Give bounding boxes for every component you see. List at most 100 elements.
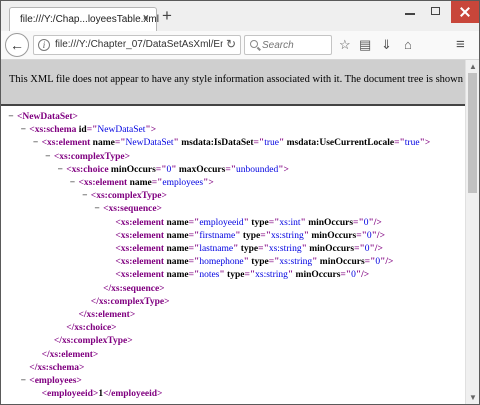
xml-attribute-value: xs:string — [268, 244, 302, 254]
xml-attribute-value: true — [264, 138, 279, 149]
scrollbar-thumb[interactable] — [468, 73, 477, 193]
xml-tag: " — [287, 270, 296, 281]
vertical-scrollbar[interactable]: ▲ ▼ — [465, 60, 479, 404]
xml-line: </xs:complexType> — [42, 335, 133, 348]
xml-tag: " — [219, 270, 228, 281]
url-text[interactable]: file:///Y:/Chapter_07/DataSetAsXml/Emplo… — [55, 39, 223, 50]
collapse-toggle[interactable]: − — [91, 203, 103, 216]
xml-line: − <xs:element name="NewDataSet" msdata:Is… — [30, 137, 431, 150]
xml-attribute-name: msdata:IsDataSet — [181, 138, 254, 149]
search-icon — [250, 40, 258, 48]
xml-tag: "> — [419, 138, 431, 149]
xml-attribute-name: name — [166, 257, 189, 268]
xml-attribute-value: employees — [162, 178, 204, 188]
close-tab-icon[interactable]: × — [143, 12, 149, 24]
xml-tag: =" — [356, 230, 367, 241]
xml-attribute-value: xs:string — [279, 257, 313, 268]
reload-icon[interactable]: ↻ — [226, 37, 236, 51]
search-box[interactable] — [244, 35, 332, 55]
download-icon[interactable]: ⇓ — [381, 36, 392, 54]
collapse-toggle[interactable]: − — [79, 190, 91, 203]
xml-attribute-name: msdata:UseCurrentLocale — [286, 138, 395, 149]
minimize-icon[interactable] — [397, 1, 423, 23]
xml-tag: =" — [394, 138, 405, 149]
xml-tag: </xs:sequence> — [103, 283, 165, 294]
xml-tag: =" — [188, 270, 200, 281]
xml-tag: </xs:complexType> — [53, 336, 133, 347]
xml-tag: =" — [244, 270, 256, 281]
xml-tag: "/> — [371, 230, 385, 241]
xml-attribute-value: employeeid — [199, 217, 244, 228]
xml-tag: <xs:schema — [29, 125, 79, 136]
collapse-toggle[interactable]: − — [17, 375, 29, 388]
collapse-toggle[interactable]: − — [17, 124, 29, 137]
reader-icon[interactable]: ▤ — [359, 36, 371, 54]
browser-window: file:///Y:/Chap...loyeesTable.xml × + ← … — [0, 0, 480, 405]
collapse-toggle[interactable]: − — [5, 111, 17, 124]
tab-title: file:///Y:/Chap...loyeesTable.xml — [20, 14, 159, 25]
xml-attribute-name: type — [240, 244, 259, 254]
address-bar[interactable]: i file:///Y:/Chapter_07/DataSetAsXml/Emp… — [33, 35, 241, 55]
scroll-up-arrow-icon[interactable]: ▲ — [469, 62, 477, 71]
info-icon[interactable]: i — [38, 39, 50, 51]
xml-tag: <xs:complexType> — [53, 151, 130, 162]
xml-line: − <xs:sequence> — [91, 203, 162, 216]
home-icon[interactable]: ⌂ — [404, 36, 412, 54]
xml-line: </xs:sequence> — [91, 283, 165, 296]
xml-tag: =" — [114, 138, 126, 149]
xml-attribute-value: xs:string — [270, 230, 304, 241]
back-button[interactable]: ← — [5, 33, 29, 57]
collapse-toggle[interactable]: − — [42, 151, 54, 164]
maximize-icon[interactable] — [423, 1, 449, 23]
window-close-icon[interactable] — [451, 1, 479, 23]
xml-attribute-name: name — [166, 217, 189, 228]
xml-tag: " — [233, 244, 241, 254]
xml-tag: =" — [253, 138, 265, 149]
xml-tag: =" — [260, 230, 271, 241]
xml-attribute-name: minOccurs — [311, 230, 357, 241]
xml-tag: "> — [145, 125, 157, 136]
xml-line: </xs:element> — [30, 349, 99, 362]
xml-tag: =" — [258, 244, 269, 254]
info-bar: This XML file does not appear to have an… — [1, 60, 479, 106]
new-tab-button[interactable]: + — [162, 6, 172, 26]
xml-line: − <xs:complexType> — [42, 151, 130, 164]
xml-line: <xs:element name="firstname" type="xs:st… — [103, 230, 385, 243]
xml-tag: <xs:sequence> — [103, 204, 162, 215]
xml-tag: <employeeid> — [41, 389, 99, 400]
xml-tag: =" — [86, 125, 98, 136]
tab-active[interactable]: file:///Y:/Chap...loyeesTable.xml × — [9, 7, 159, 31]
xml-tag: =" — [188, 244, 200, 254]
xml-tag: </xs:schema> — [29, 362, 85, 373]
xml-tag: =" — [155, 164, 167, 175]
tab-bar: file:///Y:/Chap...loyeesTable.xml × + — [1, 1, 479, 31]
xml-line: <xs:element name="notes" type="xs:string… — [103, 269, 369, 282]
back-arrow-icon: ← — [10, 37, 24, 53]
xml-attribute-name: type — [251, 257, 269, 268]
xml-line: − <xs:schema id="NewDataSet"> — [17, 124, 157, 137]
collapse-toggle[interactable]: − — [54, 164, 66, 177]
xml-line: − <xs:choice minOccurs="0" maxOccurs="unb… — [54, 164, 288, 177]
collapse-toggle[interactable]: − — [30, 137, 42, 150]
menu-icon[interactable]: ≡ — [456, 36, 465, 54]
xml-tag: =" — [225, 164, 236, 175]
info-message: This XML file does not appear to have an… — [9, 74, 480, 85]
xml-tag: =" — [268, 257, 280, 268]
xml-attribute-value: homephone — [199, 257, 244, 268]
xml-attribute-value: lastname — [199, 244, 234, 254]
xml-tag: =" — [340, 270, 352, 281]
xml-tag: <xs:element — [78, 178, 130, 188]
xml-line: </xs:element> — [67, 309, 136, 322]
xml-tag: </xs:element> — [41, 349, 99, 360]
scroll-down-arrow-icon[interactable]: ▼ — [469, 393, 477, 402]
xml-attribute-name: name — [166, 270, 189, 281]
search-input[interactable] — [262, 38, 328, 52]
xml-attribute-name: type — [251, 217, 269, 228]
xml-attribute-value: xs:int — [279, 217, 301, 228]
star-icon[interactable]: ☆ — [339, 36, 351, 54]
xml-tag: </xs:complexType> — [90, 296, 170, 307]
xml-line: − <xs:complexType> — [79, 190, 167, 203]
xml-tag: </xs:choice> — [66, 323, 117, 334]
xml-attribute-name: id — [78, 125, 87, 136]
collapse-toggle[interactable]: − — [67, 177, 79, 190]
